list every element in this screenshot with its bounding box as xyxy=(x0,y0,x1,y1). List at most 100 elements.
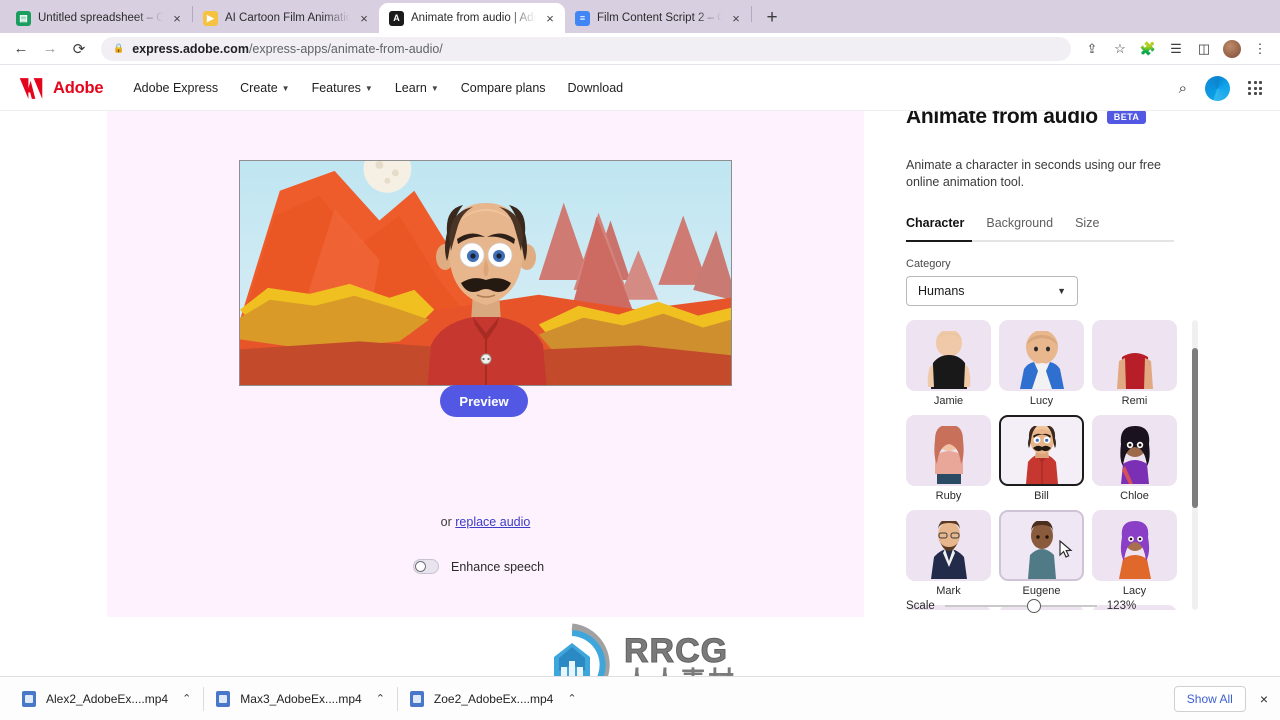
slider-track xyxy=(944,605,1097,607)
browser-tab-3[interactable]: ≡ Film Content Script 2 – Google × xyxy=(565,3,751,33)
scale-value: 123% xyxy=(1106,600,1137,612)
browser-tab-1[interactable]: ▶ AI Cartoon Film Animation – Go × xyxy=(193,3,379,33)
tab-size[interactable]: Size xyxy=(1075,216,1099,240)
avatar[interactable] xyxy=(1205,75,1230,101)
chevron-down-icon: ▼ xyxy=(281,83,290,93)
search-icon[interactable]: ⌕ xyxy=(1179,80,1187,97)
three-dot-menu-icon[interactable]: ⋮ xyxy=(1248,37,1272,61)
enhance-speech-row: Enhance speech xyxy=(413,559,544,574)
tab-title: Film Content Script 2 – Google xyxy=(597,12,722,24)
browser-tab-0[interactable]: ▤ Untitled spreadsheet – Google × xyxy=(6,3,192,33)
avatar-chloe xyxy=(1119,425,1150,484)
character-grid-scrollbar-thumb[interactable] xyxy=(1192,347,1198,508)
download-item-1[interactable]: Max3_AdobeEx....mp4 ⌃ xyxy=(204,684,397,714)
chevron-up-icon[interactable]: ⌃ xyxy=(182,692,191,705)
reload-button[interactable]: ⟳ xyxy=(66,36,92,62)
replace-audio-link[interactable]: replace audio xyxy=(455,515,530,529)
nav-label: Compare plans xyxy=(460,81,546,95)
tab-title: AI Cartoon Film Animation – Go xyxy=(225,12,350,24)
nav-label: Features xyxy=(311,81,361,95)
character-thumbnail xyxy=(1092,319,1177,391)
forward-button[interactable]: → xyxy=(37,36,63,62)
character-card-lucy[interactable]: Lucy xyxy=(999,319,1084,407)
tab-close-icon[interactable]: × xyxy=(357,12,371,25)
scale-slider[interactable] xyxy=(944,599,1097,613)
share-icon[interactable]: ⇪ xyxy=(1080,37,1104,61)
character-thumbnail xyxy=(999,414,1084,486)
chevron-down-icon: ▼ xyxy=(364,83,373,93)
tab-background[interactable]: Background xyxy=(986,216,1053,240)
tab-character[interactable]: Character xyxy=(906,216,964,240)
character-thumbnail xyxy=(1092,509,1177,581)
url-domain: express.adobe.com xyxy=(132,41,249,56)
download-shelf: Alex2_AdobeEx....mp4 ⌃ Max3_AdobeEx....m… xyxy=(0,676,1280,720)
url-path: /express-apps/animate-from-audio/ xyxy=(248,41,443,56)
tab-close-icon[interactable]: × xyxy=(729,12,743,25)
enhance-speech-toggle[interactable] xyxy=(413,559,439,574)
back-button[interactable]: ← xyxy=(8,36,34,62)
character-card-lacy[interactable]: Lacy xyxy=(1092,509,1177,597)
docs-icon: ≡ xyxy=(575,10,590,26)
character-name: Bill xyxy=(1034,489,1049,502)
address-bar[interactable]: 🔒 express.adobe.com/express-apps/animate… xyxy=(101,36,1071,61)
close-icon[interactable]: × xyxy=(1260,691,1268,707)
nav-link-adobe-express[interactable]: Adobe Express xyxy=(133,81,218,95)
bookmark-star-icon[interactable]: ☆ xyxy=(1108,37,1132,61)
download-filename: Alex2_AdobeEx....mp4 xyxy=(46,691,169,706)
tab-divider xyxy=(751,5,752,22)
toolbar-icon-group: ⇪ ☆ 🧩 ☰ ◫ ⋮ xyxy=(1080,37,1272,61)
animation-preview[interactable] xyxy=(239,160,732,386)
character-card-jamie[interactable]: Jamie xyxy=(906,319,991,407)
app-body: Preview or replace audio Enhance speech … xyxy=(0,111,1280,681)
avatar-jamie xyxy=(927,330,970,389)
character-card-eugene[interactable]: Eugene xyxy=(999,509,1084,597)
nav-link-compare-plans[interactable]: Compare plans xyxy=(461,81,546,95)
chevron-up-icon[interactable]: ⌃ xyxy=(376,692,385,705)
character-thumbnail xyxy=(1092,414,1177,486)
download-filename: Zoe2_AdobeEx....mp4 xyxy=(433,691,554,706)
panel-tabs: Character Background Size xyxy=(906,216,1174,240)
nav-link-features[interactable]: Features ▼ xyxy=(312,81,373,95)
adobe-nav-links: Adobe Express Create ▼ Features ▼ Learn ▼ C… xyxy=(133,81,623,95)
character-thumbnail xyxy=(906,414,991,486)
character-card-mark[interactable]: Mark xyxy=(906,509,991,597)
slider-knob[interactable] xyxy=(1026,599,1041,613)
character-card-bill[interactable]: Bill xyxy=(999,414,1084,502)
tab-close-icon[interactable]: × xyxy=(543,12,557,25)
character-card-remi[interactable]: Remi xyxy=(1092,319,1177,407)
category-select[interactable]: Humans ▼ xyxy=(906,275,1078,306)
character-name: Jamie xyxy=(933,394,964,407)
apps-grid-icon[interactable] xyxy=(1248,81,1262,95)
character-thumbnail xyxy=(999,509,1084,581)
avatar-ruby xyxy=(933,425,964,484)
profile-avatar[interactable] xyxy=(1220,37,1244,61)
nav-link-download[interactable]: Download xyxy=(568,81,624,95)
browser-tab-2-active[interactable]: A Animate from audio | Adobe Ex × xyxy=(379,3,565,33)
new-tab-button[interactable]: + xyxy=(760,7,784,29)
adobe-a-logo xyxy=(19,77,43,99)
download-shelf-actions: Show All × xyxy=(1173,685,1280,712)
download-item-0[interactable]: Alex2_AdobeEx....mp4 ⌃ xyxy=(10,684,203,714)
status-badge: BETA xyxy=(1106,111,1147,124)
character-grid-wrapper: Jamie Lucy Remi Ruby Bill Chloe Mark Eug… xyxy=(906,319,1198,610)
preview-scene xyxy=(240,161,731,385)
extensions-puzzle-icon[interactable]: 🧩 xyxy=(1136,37,1160,61)
avatar-remi xyxy=(1116,352,1153,389)
category-value: Humans xyxy=(918,283,965,298)
character-card-chloe[interactable]: Chloe xyxy=(1092,414,1177,502)
tab-close-icon[interactable]: × xyxy=(170,12,184,25)
browser-toolbar: ← → ⟳ 🔒 express.adobe.com/express-apps/a… xyxy=(0,33,1280,65)
reading-list-icon[interactable]: ☰ xyxy=(1164,37,1188,61)
adobe-logo[interactable]: Adobe xyxy=(18,77,104,100)
chevron-down-icon: ▼ xyxy=(1057,285,1066,296)
character-card-ruby[interactable]: Ruby xyxy=(906,414,991,502)
nav-link-create[interactable]: Create ▼ xyxy=(240,81,289,95)
download-item-2[interactable]: Zoe2_AdobeEx....mp4 ⌃ xyxy=(398,684,589,714)
chevron-up-icon[interactable]: ⌃ xyxy=(567,692,576,705)
side-panel-icon[interactable]: ◫ xyxy=(1192,37,1216,61)
nav-link-learn[interactable]: Learn ▼ xyxy=(395,81,439,95)
preview-button[interactable]: Preview xyxy=(440,385,528,417)
page-title: Animate from audio xyxy=(906,111,1098,128)
panel-header: Animate from audio BETA xyxy=(906,111,1280,129)
show-all-downloads-button[interactable]: Show All xyxy=(1173,685,1246,712)
